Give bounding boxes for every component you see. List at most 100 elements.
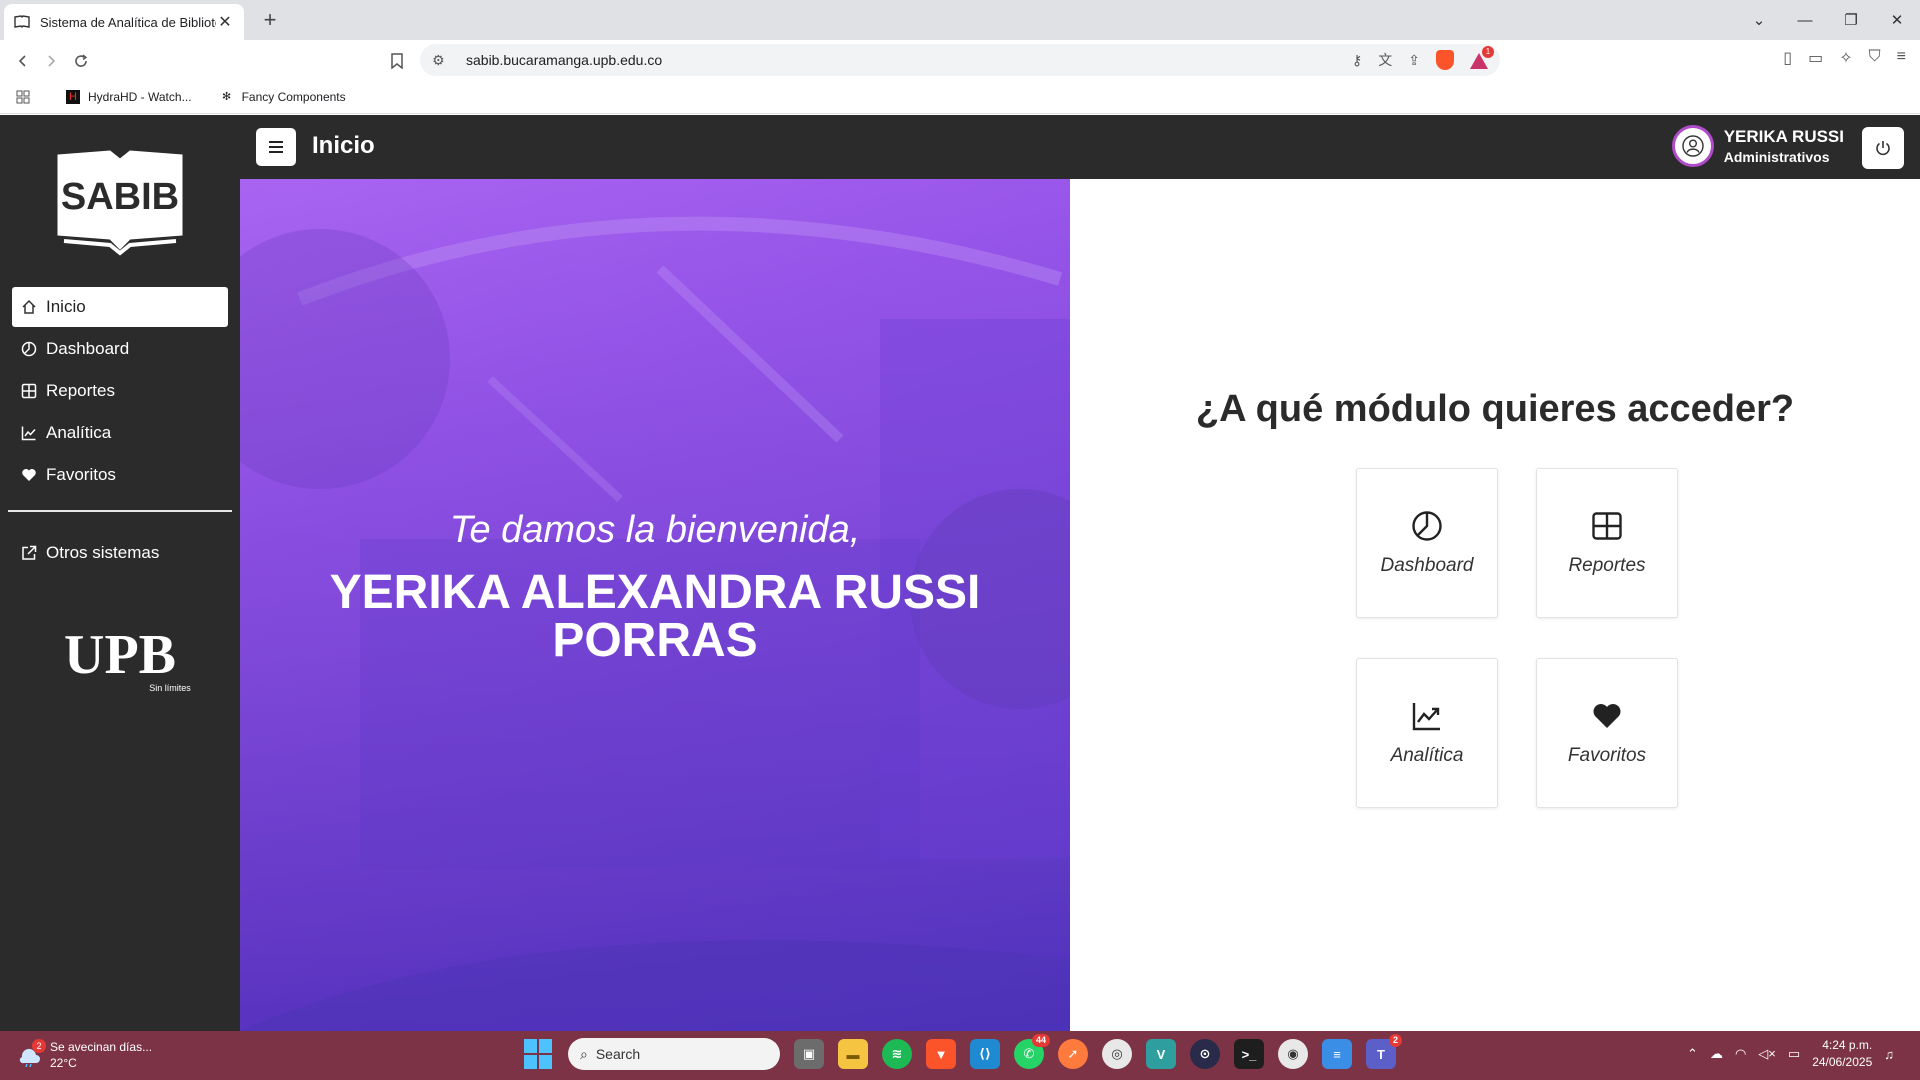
- github-icon[interactable]: ◉: [1278, 1039, 1308, 1069]
- sidebar-item-label: Analítica: [46, 423, 112, 442]
- module-card-favoritos[interactable]: Favoritos: [1536, 658, 1678, 808]
- github-desktop-icon[interactable]: ◎: [1102, 1039, 1132, 1069]
- whatsapp-badge: 44: [1031, 1034, 1050, 1047]
- logout-button[interactable]: [1862, 127, 1904, 169]
- close-tab-icon[interactable]: ✕: [216, 12, 234, 32]
- bookmark-fancy-components[interactable]: ✻ Fancy Components: [220, 90, 346, 104]
- sidebar-divider: [8, 510, 232, 512]
- hydrahd-favicon-icon: H: [66, 89, 80, 104]
- module-card-analitica[interactable]: Analítica: [1356, 658, 1498, 808]
- vs-installer-icon[interactable]: V: [1146, 1039, 1176, 1069]
- search-placeholder: Search: [595, 1046, 641, 1062]
- bookmark-hydrahd[interactable]: H HydraHD - Watch...: [66, 89, 192, 104]
- file-explorer-icon[interactable]: ▬: [838, 1039, 868, 1069]
- browser-extensions: ▯ ▭ ✧ ⛉ ≡: [1783, 48, 1906, 68]
- window-controls: ⌄ — ❐ ✕: [1736, 0, 1920, 40]
- sidebar-nav: Inicio Dashboard Reportes Analítica Favo…: [12, 287, 228, 497]
- weather-text: Se avecinan días...: [50, 1040, 153, 1054]
- whatsapp-icon[interactable]: ✆ 44: [1014, 1034, 1050, 1069]
- spotify-icon[interactable]: ≋: [882, 1039, 912, 1069]
- grid-icon: [1590, 509, 1624, 543]
- external-link-icon: [20, 544, 38, 562]
- volume-muted-icon[interactable]: ◁×: [1758, 1046, 1776, 1062]
- address-bar[interactable]: ⚙ sabib.bucaramanga.upb.edu.co ⚷ 文 ⇪ 1: [420, 44, 1500, 76]
- tab-search-icon[interactable]: ⌄: [1736, 11, 1782, 29]
- vpn-client-icon[interactable]: ⊙: [1190, 1039, 1220, 1069]
- hamburger-menu-button[interactable]: [256, 128, 296, 166]
- task-view-icon[interactable]: ▣: [794, 1039, 824, 1069]
- clock-date: 24/06/2025: [1812, 1055, 1873, 1069]
- share-icon[interactable]: ⇪: [1408, 52, 1420, 69]
- sidebar-item-analitica[interactable]: Analítica: [12, 413, 228, 453]
- back-arrow-icon[interactable]: [10, 48, 36, 74]
- sidebar-item-label: Otros sistemas: [46, 543, 160, 562]
- welcome-greeting: Te damos la bienvenida,: [449, 509, 861, 551]
- vscode-icon[interactable]: ⟨⟩: [970, 1039, 1000, 1069]
- site-settings-icon[interactable]: ⚙: [432, 52, 452, 69]
- weather-icon: 2: [18, 1039, 46, 1068]
- taskbar-search[interactable]: ⌕ Search: [568, 1038, 780, 1070]
- book-favicon-icon: [14, 14, 30, 30]
- sidebar: SABIB Inicio Dashboard Reportes Analític…: [0, 115, 240, 1031]
- upb-logo-text: UPB: [64, 627, 176, 686]
- wifi-icon[interactable]: ◠: [1735, 1046, 1746, 1062]
- upb-logo: UPB Sin límites: [48, 624, 192, 697]
- sabib-logo[interactable]: SABIB: [50, 147, 190, 257]
- tab-title: Sistema de Analítica de Bibliotec: [40, 14, 216, 30]
- bookmarks-bar: H HydraHD - Watch... ✻ Fancy Components: [0, 80, 1920, 114]
- sidebar-item-label: Dashboard: [46, 339, 130, 358]
- browser-tab[interactable]: Sistema de Analítica de Bibliotec ✕: [4, 4, 244, 40]
- module-card-label: Dashboard: [1380, 555, 1474, 576]
- apps-grid-button[interactable]: [16, 90, 38, 104]
- bookmark-page-icon[interactable]: [384, 48, 410, 74]
- wallet-icon[interactable]: ▭: [1808, 48, 1823, 68]
- close-window-button[interactable]: ✕: [1874, 11, 1920, 29]
- pie-chart-icon: [1410, 509, 1444, 543]
- clock-time: 4:24 p.m.: [1822, 1038, 1873, 1052]
- heart-icon: [1590, 699, 1624, 733]
- sidebar-toggle-icon[interactable]: ▯: [1783, 48, 1792, 68]
- notepad-icon[interactable]: ≡: [1322, 1039, 1352, 1069]
- module-card-reportes[interactable]: Reportes: [1536, 468, 1678, 618]
- teams-badge: 2: [1388, 1034, 1402, 1047]
- taskbar-clock[interactable]: 4:24 p.m. 24/06/2025: [1812, 1037, 1872, 1071]
- brave-browser-icon[interactable]: ▼: [926, 1039, 956, 1069]
- restore-button[interactable]: ❐: [1828, 11, 1874, 29]
- page-title: Inicio: [312, 132, 375, 159]
- sidebar-item-reportes[interactable]: Reportes: [12, 371, 228, 411]
- translate-icon[interactable]: 文: [1378, 50, 1392, 70]
- leo-ai-icon[interactable]: ✧: [1839, 48, 1852, 68]
- grid-icon: [20, 382, 38, 400]
- module-card-label: Favoritos: [1567, 745, 1647, 766]
- module-card-label: Reportes: [1568, 555, 1646, 576]
- forward-arrow-icon[interactable]: [38, 48, 64, 74]
- notification-bell-icon[interactable]: ♫: [1884, 1047, 1894, 1062]
- new-tab-button[interactable]: +: [256, 6, 284, 34]
- system-tray: ⌃ ☁ ◠ ◁× ▭ 4:24 p.m. 24/06/2025 ♫: [1687, 1037, 1906, 1071]
- postman-icon[interactable]: ➚: [1058, 1039, 1088, 1069]
- minimize-button[interactable]: —: [1782, 12, 1828, 29]
- teams-icon[interactable]: T2: [1366, 1034, 1402, 1069]
- sidebar-item-otros-sistemas[interactable]: Otros sistemas: [12, 533, 228, 573]
- sidebar-other-section: Otros sistemas: [12, 533, 228, 575]
- cloud-offline-icon[interactable]: ☁: [1710, 1046, 1723, 1062]
- user-profile[interactable]: YERIKA RUSSI Administrativos: [1671, 125, 1844, 167]
- brave-shields-icon[interactable]: [1436, 50, 1454, 70]
- windows-start-icon[interactable]: [524, 1039, 554, 1069]
- battery-icon[interactable]: ▭: [1788, 1046, 1800, 1062]
- sidebar-item-inicio[interactable]: Inicio: [12, 287, 228, 327]
- sidebar-item-favoritos[interactable]: Favoritos: [12, 455, 228, 495]
- brave-rewards-icon[interactable]: 1: [1470, 46, 1494, 69]
- trend-chart-icon: [1410, 699, 1444, 733]
- weather-widget[interactable]: 2 Se avecinan días... 22°C: [18, 1039, 152, 1071]
- weather-badge: 2: [32, 1039, 46, 1053]
- key-icon[interactable]: ⚷: [1352, 52, 1362, 69]
- search-icon: ⌕: [580, 1045, 588, 1062]
- browser-menu-icon[interactable]: ≡: [1897, 48, 1906, 68]
- vpn-shield-icon[interactable]: ⛉: [1869, 48, 1881, 68]
- terminal-icon[interactable]: >_: [1234, 1039, 1264, 1069]
- module-card-dashboard[interactable]: Dashboard: [1356, 468, 1498, 618]
- sidebar-item-dashboard[interactable]: Dashboard: [12, 329, 228, 369]
- chevron-up-icon[interactable]: ⌃: [1687, 1046, 1698, 1062]
- reload-icon[interactable]: [68, 48, 94, 74]
